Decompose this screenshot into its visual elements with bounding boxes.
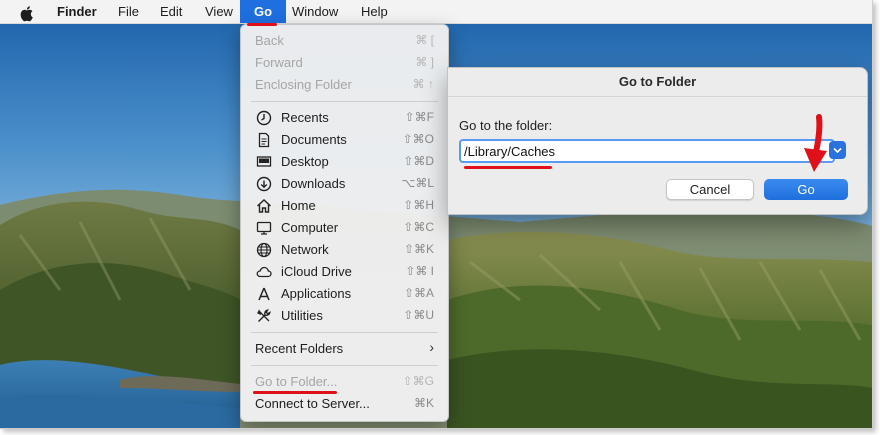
menu-item-icloud-drive[interactable]: iCloud Drive ⇧⌘ I (241, 261, 448, 283)
document-icon (258, 132, 270, 148)
menu-item-connect-to-server[interactable]: Connect to Server... ⌘K (241, 393, 448, 415)
menu-item-label: Documents (281, 132, 347, 147)
computer-icon (256, 221, 272, 235)
menu-item-label: Computer (281, 220, 339, 235)
menu-window[interactable]: Window (292, 0, 338, 23)
menu-item-back[interactable]: Back ⌘ [ (241, 30, 448, 52)
menu-item-label: Applications (281, 286, 352, 301)
menu-item-shortcut: ⌘ ↑ (412, 77, 434, 91)
menu-item-label: Enclosing Folder (255, 77, 352, 92)
menu-go[interactable]: Go (240, 0, 286, 23)
menu-item-shortcut: ⌘K (413, 396, 434, 410)
menu-item-label: Home (281, 198, 316, 213)
desktop-icon (256, 156, 272, 167)
menu-separator (251, 365, 438, 366)
folder-path-input[interactable] (459, 139, 835, 163)
menu-item-label: Utilities (281, 308, 323, 323)
menu-item-home[interactable]: Home ⇧⌘H (241, 195, 448, 217)
dialog-divider (448, 96, 867, 97)
menu-item-downloads[interactable]: Downloads ⌥⌘L (241, 173, 448, 195)
annotation-underline-go-menu (247, 23, 277, 26)
menu-item-applications[interactable]: Applications ⇧⌘A (241, 283, 448, 305)
menu-item-label: Downloads (281, 176, 346, 191)
menu-item-label: Network (281, 242, 329, 257)
menu-file[interactable]: File (118, 0, 139, 23)
apple-logo-icon[interactable] (20, 2, 35, 25)
download-icon (256, 176, 272, 192)
menu-item-shortcut: ⇧⌘G (402, 374, 434, 388)
menu-item-label: Forward (255, 55, 303, 70)
home-icon (257, 199, 271, 213)
cloud-icon (256, 266, 272, 278)
menu-item-shortcut: ⇧⌘D (403, 154, 434, 168)
menu-item-enclosing-folder[interactable]: Enclosing Folder ⌘ ↑ (241, 74, 448, 96)
dialog-title: Go to Folder (618, 74, 697, 89)
menu-item-shortcut: ⌘ ] (415, 55, 434, 69)
menu-item-shortcut: ⇧⌘O (402, 132, 434, 146)
menu-item-documents[interactable]: Documents ⇧⌘O (241, 129, 448, 151)
cancel-button[interactable]: Cancel (666, 179, 754, 200)
annotation-underline-input (464, 166, 552, 169)
menu-item-label: Desktop (281, 154, 329, 169)
menu-separator (251, 332, 438, 333)
menu-item-shortcut: ⇧⌘U (403, 308, 434, 322)
menu-item-go-to-folder[interactable]: Go to Folder... ⇧⌘G (241, 371, 448, 393)
menu-help[interactable]: Help (361, 0, 388, 23)
menu-item-label: Go to Folder... (255, 374, 338, 389)
menu-item-forward[interactable]: Forward ⌘ ] (241, 52, 448, 74)
chevron-down-icon (833, 147, 842, 154)
menu-item-shortcut: ⇧⌘F (404, 110, 434, 124)
go-menu-dropdown: Back ⌘ [ Forward ⌘ ] Enclosing Folder ⌘ … (240, 24, 449, 422)
menu-item-shortcut: ⇧⌘C (403, 220, 434, 234)
menu-edit[interactable]: Edit (160, 0, 182, 23)
menu-item-shortcut: ⇧⌘K (403, 242, 434, 256)
menu-item-shortcut: ⇧⌘H (403, 198, 434, 212)
menu-item-shortcut: ⌥⌘L (401, 176, 434, 190)
utilities-icon (257, 309, 271, 322)
menu-item-desktop[interactable]: Desktop ⇧⌘D (241, 151, 448, 173)
go-button[interactable]: Go (764, 179, 848, 200)
menu-item-label: iCloud Drive (281, 264, 352, 279)
menu-item-network[interactable]: Network ⇧⌘K (241, 239, 448, 261)
desktop-screen: Finder File Edit View Go Window Help Bac… (0, 0, 873, 429)
menu-view[interactable]: View (205, 0, 233, 23)
menu-item-utilities[interactable]: Utilities ⇧⌘U (241, 305, 448, 327)
menu-item-recent-folders[interactable]: Recent Folders › (241, 338, 448, 360)
menu-item-label: Recents (281, 110, 329, 125)
globe-icon (256, 242, 272, 258)
clock-icon (256, 110, 272, 126)
menu-item-shortcut: ⇧⌘A (403, 286, 434, 300)
menu-finder[interactable]: Finder (57, 0, 97, 23)
menu-item-label: Recent Folders (255, 341, 344, 356)
menu-item-shortcut: ⌘ [ (415, 33, 434, 47)
menu-separator (251, 101, 438, 102)
annotation-arrow-icon (804, 114, 827, 172)
menu-item-shortcut: ⇧⌘ I (405, 264, 434, 278)
dialog-prompt: Go to the folder: (459, 118, 553, 133)
chevron-right-icon: › (429, 339, 434, 355)
path-dropdown-button[interactable] (829, 141, 846, 159)
applications-icon (258, 287, 270, 301)
menu-item-label: Back (255, 33, 284, 48)
menu-bar: Finder File Edit View Go Window Help (0, 0, 872, 24)
annotation-underline-go-to-folder (253, 391, 337, 394)
menu-item-label: Connect to Server... (255, 396, 370, 411)
menu-item-computer[interactable]: Computer ⇧⌘C (241, 217, 448, 239)
menu-item-recents[interactable]: Recents ⇧⌘F (241, 107, 448, 129)
